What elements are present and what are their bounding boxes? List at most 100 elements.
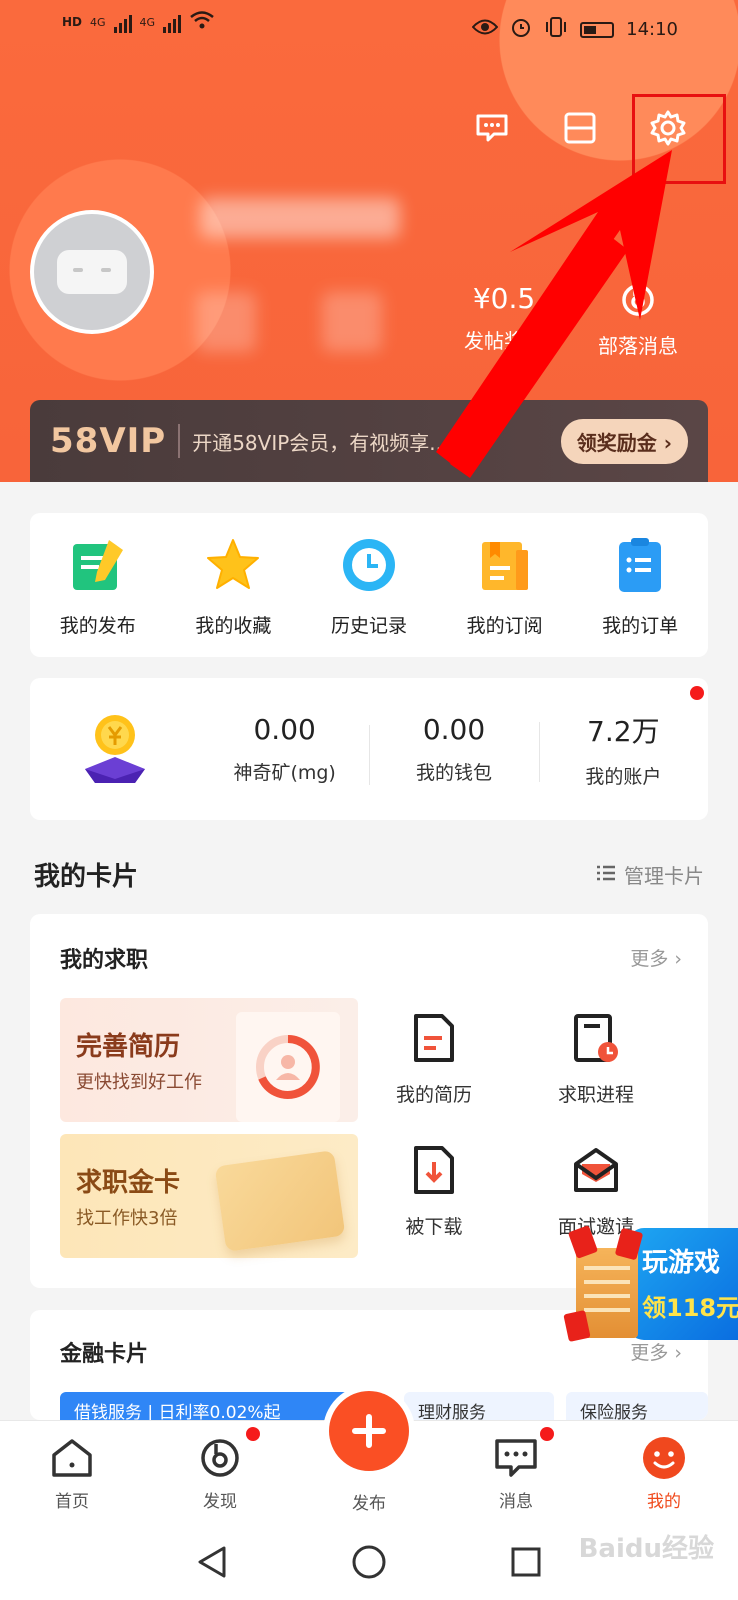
claim-reward-button[interactable]: 领奖励金 › [560, 418, 688, 464]
job-card-title: 我的求职 [60, 948, 149, 973]
quick-action-subscriptions[interactable]: 我的订阅 [445, 533, 565, 638]
resume-progress-icon [236, 1012, 340, 1122]
post-reward[interactable]: ¥0.5 发帖奖励 [452, 282, 556, 354]
stat-my-wallet[interactable]: 0.00 我的钱包 [369, 713, 538, 785]
post-reward-label: 发帖奖励 [464, 329, 544, 353]
alarm-icon [510, 16, 532, 43]
vibrate-icon [544, 16, 568, 43]
manage-cards-link[interactable]: 管理卡片 [596, 860, 704, 889]
nav-label: 消息 [499, 1492, 533, 1512]
my-resume-item[interactable]: 我的简历 [374, 1012, 494, 1107]
discover-badge-dot [246, 1427, 260, 1441]
quick-action-orders[interactable]: 我的订单 [580, 533, 700, 638]
play-game-float[interactable]: 玩游戏 领118元 [563, 1225, 738, 1360]
quick-action-label: 我的发布 [59, 614, 136, 637]
wealth-service-tab[interactable]: 理财服务 [404, 1392, 554, 1420]
quick-action-label: 我的收藏 [195, 614, 272, 637]
plus-icon [352, 1414, 386, 1448]
signal-icon [113, 11, 132, 33]
game-reward: 领118元 [642, 1294, 738, 1322]
network-label: 4G [90, 15, 106, 29]
nav-discover[interactable]: 发现 [170, 1433, 270, 1512]
signal-indicators: HD 4G 4G [62, 10, 215, 34]
job-item-label: 被下载 [405, 1216, 463, 1238]
quick-actions: 我的发布 我的收藏 历史记录 我的订阅 我的订单 [30, 513, 708, 657]
quick-action-history[interactable]: 历史记录 [309, 533, 429, 638]
quick-action-favorites[interactable]: 我的收藏 [173, 533, 293, 638]
tribe-label: 部落消息 [598, 334, 678, 358]
complete-resume-promo[interactable]: 完善简历 更快找到好工作 [60, 998, 358, 1122]
nav-label: 我的 [647, 1492, 681, 1512]
vip-divider [178, 424, 181, 458]
download-icon [374, 1144, 494, 1200]
status-time: 14:10 [626, 19, 678, 40]
stat-value: 0.00 [253, 713, 316, 746]
status-bar: HD 4G 4G 14:10 [0, 0, 738, 60]
stat-magic-ore[interactable]: 0.00 神奇矿(mg) [200, 713, 369, 785]
nav-label: 首页 [55, 1492, 89, 1512]
publish-button[interactable] [329, 1391, 409, 1471]
nav-label: 发现 [203, 1492, 237, 1512]
signal-icon-2 [163, 11, 182, 33]
stat-blurred-1[interactable] [196, 292, 256, 352]
username-blurred[interactable] [200, 198, 400, 238]
downloaded-item[interactable]: 被下载 [374, 1144, 494, 1239]
stat-value: 7.2万 [587, 714, 660, 748]
scan-icon[interactable] [560, 108, 600, 148]
quick-action-my-posts[interactable]: 我的发布 [38, 533, 158, 638]
tribe-messages[interactable]: 部落消息 [588, 282, 688, 359]
back-triangle-icon[interactable] [192, 1542, 232, 1582]
list-icon [596, 863, 616, 887]
job-item-label: 求职进程 [557, 1084, 634, 1106]
publish-doc-icon [38, 533, 158, 597]
stat-my-account[interactable]: 7.2万 我的账户 [538, 710, 708, 789]
quick-action-label: 历史记录 [330, 614, 407, 637]
avatar-face-icon [57, 250, 127, 294]
home-circle-icon[interactable] [349, 1542, 389, 1582]
stat-blurred-2[interactable] [322, 292, 382, 352]
insurance-service-tab[interactable]: 保险服务 [566, 1392, 708, 1420]
stat-value: 0.00 [422, 713, 486, 746]
gold-card-icon [214, 1150, 346, 1252]
job-progress-item[interactable]: 求职进程 [536, 1012, 656, 1107]
settings-highlight-box [632, 94, 726, 184]
eye-icon [471, 18, 499, 41]
baidu-watermark: Baidu经验 [578, 1534, 714, 1564]
publish-label: 发布 [352, 1494, 386, 1514]
progress-icon [536, 1012, 656, 1068]
order-icon [580, 533, 700, 597]
mining-coin-icon[interactable] [30, 707, 200, 791]
subscribe-icon [445, 533, 565, 597]
job-more-link[interactable]: 更多 › [630, 944, 682, 971]
clock-icon [309, 533, 429, 597]
vip-promo-text: 开通58VIP会员，有视频享... [192, 430, 449, 455]
customer-service-icon[interactable] [472, 108, 512, 148]
post-reward-value: ¥0.5 [472, 282, 536, 315]
job-gold-card-promo[interactable]: 求职金卡 找工作快3倍 [60, 1134, 358, 1258]
invite-icon [536, 1144, 656, 1200]
vip-banner[interactable]: 58VIP 开通58VIP会员，有视频享... 领奖励金 › [30, 400, 708, 482]
message-icon [466, 1433, 566, 1483]
star-icon [173, 533, 293, 597]
promo-subtitle: 更快找到好工作 [76, 1072, 202, 1093]
smile-icon [614, 1433, 714, 1483]
manage-cards-label: 管理卡片 [624, 864, 704, 888]
nav-home[interactable]: 首页 [22, 1433, 122, 1512]
job-item-label: 我的简历 [395, 1084, 472, 1106]
promo-title: 求职金卡 [76, 1168, 181, 1198]
quick-action-label: 我的订单 [602, 614, 679, 637]
home-icon [22, 1433, 122, 1483]
status-right: 14:10 [471, 16, 678, 43]
recents-square-icon[interactable] [506, 1542, 546, 1582]
avatar[interactable] [30, 210, 154, 334]
my-cards-title: 我的卡片 [34, 862, 139, 892]
hd-label: HD [62, 15, 83, 29]
promo-subtitle: 找工作快3倍 [76, 1208, 178, 1229]
account-notification-dot [690, 686, 704, 700]
vip-logo: 58VIP [50, 421, 167, 461]
nav-messages[interactable]: 消息 [466, 1433, 566, 1512]
battery-icon [580, 21, 615, 38]
nav-me[interactable]: 我的 [614, 1433, 714, 1512]
interview-invite-item[interactable]: 面试邀请 [536, 1144, 656, 1239]
bottom-nav: 首页 发现 发布 消息 我的 [0, 1391, 738, 1520]
